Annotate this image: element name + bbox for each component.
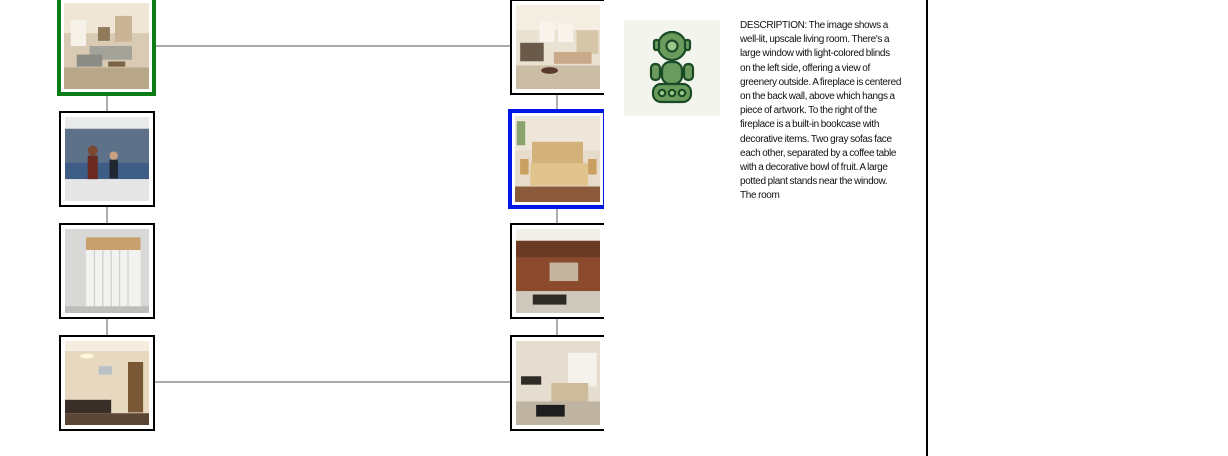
living-room-bright-photo bbox=[516, 5, 600, 89]
thumbnail-living-room-bright[interactable] bbox=[510, 0, 604, 95]
living-room-photo bbox=[64, 3, 149, 89]
connector-lines bbox=[106, 45, 558, 383]
thumbnail-room-occupants[interactable] bbox=[59, 111, 155, 207]
living-room-lamp-photo bbox=[65, 341, 149, 425]
sitting-room-photo bbox=[516, 341, 600, 425]
thumbnail-kitchen-bar[interactable] bbox=[510, 223, 604, 319]
panel-divider bbox=[926, 0, 928, 456]
room-occupants-photo bbox=[65, 117, 149, 201]
thumbnail-sitting-room[interactable] bbox=[510, 335, 604, 431]
thumbnail-closet-door[interactable] bbox=[59, 223, 155, 319]
thumbnail-bedroom-selected[interactable] bbox=[508, 109, 604, 209]
thumbnail-living-room-selected[interactable] bbox=[57, 0, 156, 96]
comparison-canvas: DESCRIPTION: The image shows a well-lit,… bbox=[0, 0, 1228, 456]
closet-door-photo bbox=[65, 229, 149, 313]
right-thumbnail-column bbox=[505, 0, 604, 456]
kitchen-bar-photo bbox=[516, 229, 600, 313]
robot-avatar bbox=[624, 20, 720, 116]
bedroom-photo bbox=[515, 116, 600, 202]
image-description: DESCRIPTION: The image shows a well-lit,… bbox=[740, 20, 902, 202]
thumbnail-living-room-lamp[interactable] bbox=[59, 335, 155, 431]
robot-icon bbox=[649, 30, 695, 104]
